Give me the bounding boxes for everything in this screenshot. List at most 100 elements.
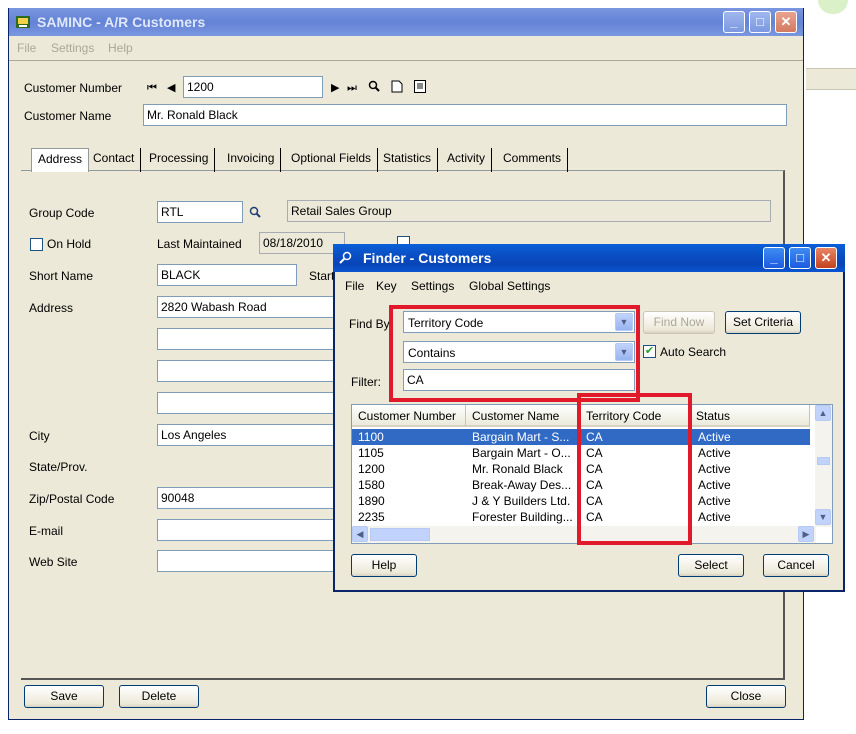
finder-magnifier-icon [339,251,355,267]
cell-customer-number: 1890 [358,494,385,508]
cell-customer-number: 2235 [358,510,385,524]
finder-menubar: File Key Settings Global Settings [335,276,843,296]
help-button[interactable]: Help [351,554,417,577]
auto-search-label: Auto Search [660,345,727,359]
zip-field[interactable]: 90048 [157,487,337,509]
start-date-label: Start [309,269,335,283]
scroll-right-icon[interactable]: ▶ [798,526,814,542]
website-label: Web Site [29,555,78,569]
website-field[interactable] [157,550,337,572]
group-description-field: Retail Sales Group [287,200,771,222]
cell-customer-number: 1200 [358,462,385,476]
last-record-icon[interactable]: ⏭ [347,81,357,95]
auto-search-checkbox[interactable]: ✔ [643,345,656,358]
menu-settings[interactable]: Settings [51,41,94,55]
next-record-icon[interactable]: ▶ [331,81,339,95]
tab-invoicing[interactable]: Invoicing [221,148,282,172]
maximize-button[interactable]: □ [749,11,771,33]
address-line-4[interactable] [157,392,337,414]
address-line-2[interactable] [157,328,337,350]
email-field[interactable] [157,519,337,541]
customer-number-field[interactable]: 1200 [183,76,323,98]
find-by-label: Find By [349,317,390,331]
cell-status: Active [698,446,731,460]
close-button[interactable]: Close [706,685,786,708]
window-title: SAMINC - A/R Customers [37,14,206,30]
delete-button[interactable]: Delete [119,685,199,708]
city-label: City [29,429,50,443]
cell-customer-name: Mr. Ronald Black [472,462,563,476]
scroll-thumb[interactable] [817,457,830,465]
menu-divider [9,60,803,61]
finder-menu-global-settings[interactable]: Global Settings [469,279,550,293]
column-header-status[interactable]: Status [690,405,810,427]
cell-status: Active [698,462,731,476]
cell-customer-name: Bargain Mart - O... [472,446,571,460]
cell-customer-name: J & Y Builders Ltd. [472,494,571,508]
column-header-customer-name[interactable]: Customer Name [466,405,580,427]
customer-name-field[interactable]: Mr. Ronald Black [143,104,787,126]
cell-customer-number: 1100 [358,430,384,444]
scroll-left-icon[interactable]: ◀ [352,526,368,542]
first-record-icon[interactable]: ⏮ [147,81,157,95]
cancel-button[interactable]: Cancel [763,554,829,577]
finder-minimize-button[interactable]: _ [763,247,785,269]
find-now-button[interactable]: Find Now [643,311,715,334]
menu-help[interactable]: Help [108,41,133,55]
tab-contact[interactable]: Contact [87,148,142,172]
cell-status: Active [698,478,731,492]
filter-label: Filter: [351,375,381,389]
tab-activity[interactable]: Activity [441,148,493,172]
finder-menu-settings[interactable]: Settings [411,279,454,293]
new-document-icon[interactable] [391,80,403,97]
group-code-label: Group Code [29,206,95,220]
address-label: Address [29,301,74,315]
address-line-1[interactable]: 2820 Wabash Road [157,296,337,318]
find-by-highlight-box [389,305,640,402]
finder-menu-key[interactable]: Key [376,279,397,293]
menu-file[interactable]: File [17,41,36,55]
previous-record-icon[interactable]: ◀ [167,81,175,95]
vertical-scrollbar[interactable]: ▲ ▼ [815,405,832,527]
cell-status: Active [698,494,731,508]
finder-title: Finder - Customers [363,250,492,266]
state-label: State/Prov. [29,460,88,474]
scroll-down-icon[interactable]: ▼ [815,509,831,525]
background-window-edge [806,68,856,90]
cell-customer-name: Bargain Mart - S... [472,430,570,444]
cell-status: Active [698,430,731,444]
column-header-customer-number[interactable]: Customer Number [352,405,466,427]
main-menubar: File Settings Help [9,38,803,58]
background-green-shape [818,0,848,14]
on-hold-checkbox[interactable] [30,238,43,251]
tab-address[interactable]: Address [31,148,90,172]
finder-close-button[interactable]: ✕ [815,247,837,269]
group-code-search-icon[interactable] [249,206,261,222]
finder-menu-file[interactable]: File [345,279,364,293]
save-button[interactable]: Save [24,685,104,708]
minimize-button[interactable]: _ [723,11,745,33]
finder-title-bar[interactable]: Finder - Customers _ □ ✕ [333,244,845,272]
short-name-label: Short Name [29,269,94,283]
cell-status: Active [698,510,731,524]
group-code-field[interactable]: RTL [157,201,243,223]
cell-customer-number: 1105 [358,446,384,460]
tab-statistics[interactable]: Statistics [377,148,439,172]
horizontal-scroll-thumb[interactable] [370,528,430,541]
scroll-up-icon[interactable]: ▲ [815,405,831,421]
search-icon[interactable] [368,80,380,96]
city-field[interactable]: Los Angeles [157,424,337,446]
tab-comments[interactable]: Comments [497,148,569,172]
select-button[interactable]: Select [678,554,744,577]
close-window-button[interactable]: ✕ [775,11,797,33]
address-line-3[interactable] [157,360,337,382]
finder-maximize-button[interactable]: □ [789,247,811,269]
tab-processing[interactable]: Processing [143,148,216,172]
email-label: E-mail [29,524,64,538]
main-title-bar[interactable]: SAMINC - A/R Customers _ □ ✕ [9,8,803,36]
set-criteria-button[interactable]: Set Criteria [725,311,801,334]
short-name-field[interactable]: BLACK [157,264,297,286]
cell-customer-name: Forester Building... [472,510,573,524]
tab-optional-fields[interactable]: Optional Fields [285,148,379,172]
zoom-icon[interactable] [414,80,426,97]
